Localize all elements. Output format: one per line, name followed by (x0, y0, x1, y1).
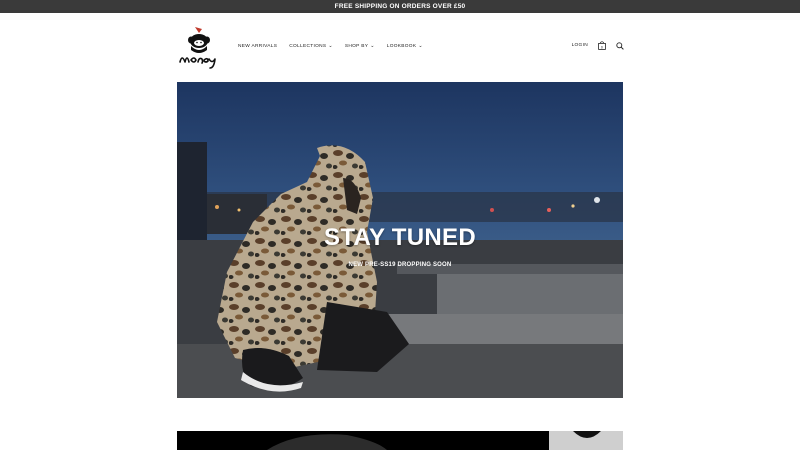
chevron-down-icon: ⌄ (370, 43, 375, 49)
second-banner-image (267, 431, 623, 450)
main-nav: NEW ARRIVALS COLLECTIONS ⌄ SHOP BY ⌄ LOO… (238, 43, 423, 50)
nav-item-collections[interactable]: COLLECTIONS ⌄ (289, 43, 333, 50)
second-banner[interactable] (177, 431, 623, 450)
nav-item-new-arrivals[interactable]: NEW ARRIVALS (238, 44, 277, 49)
chevron-down-icon: ⌄ (418, 43, 423, 49)
header-tools: LOGIN 0 (572, 41, 624, 50)
search-button[interactable] (615, 41, 624, 50)
site-header: NEW ARRIVALS COLLECTIONS ⌄ SHOP BY ⌄ LOO… (177, 22, 624, 72)
nav-item-lookbook[interactable]: LOOKBOOK ⌄ (386, 43, 423, 50)
shopping-bag-icon: 0 (597, 41, 606, 50)
hero-title: STAY TUNED (324, 224, 476, 251)
chevron-down-icon: ⌄ (328, 43, 333, 49)
login-link[interactable]: LOGIN (572, 43, 588, 48)
announcement-text: FREE SHIPPING ON ORDERS OVER £50 (334, 3, 466, 10)
nav-item-shop-by[interactable]: SHOP BY ⌄ (344, 43, 375, 50)
announcement-bar: FREE SHIPPING ON ORDERS OVER £50 (0, 0, 800, 13)
nav-item-label: COLLECTIONS (289, 44, 327, 49)
nav-item-label: LOOKBOOK (386, 44, 417, 49)
hero-banner[interactable]: STAY TUNED NEW PRE-SS19 DROPPING SOON (177, 82, 623, 398)
hero-subtitle: NEW PRE-SS19 DROPPING SOON (348, 262, 452, 268)
monkey-logo-icon (179, 27, 216, 69)
nav-item-label: NEW ARRIVALS (238, 44, 278, 49)
cart-count: 0 (600, 45, 602, 49)
cart-button[interactable]: 0 (597, 41, 606, 50)
nav-item-label: SHOP BY (344, 44, 369, 49)
brand-logo[interactable] (177, 24, 221, 70)
search-icon (615, 41, 624, 50)
